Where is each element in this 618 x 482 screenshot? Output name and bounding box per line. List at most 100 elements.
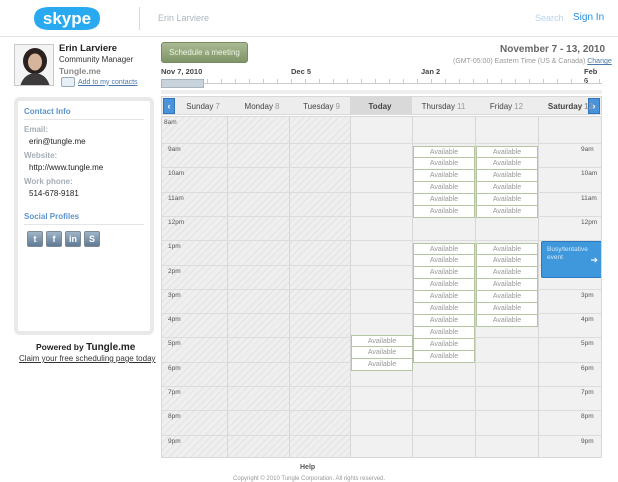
available-slot[interactable]: Available bbox=[476, 315, 538, 327]
sign-in-link[interactable]: Sign In bbox=[573, 12, 604, 23]
available-slot[interactable]: Available bbox=[413, 315, 475, 327]
available-slot[interactable]: Available bbox=[413, 194, 475, 206]
available-slot[interactable]: Available bbox=[476, 194, 538, 206]
contact-info-heading: Contact Info bbox=[24, 107, 144, 120]
claim-page-link[interactable]: Claim your free scheduling page today bbox=[19, 354, 156, 363]
available-slot[interactable]: Available bbox=[413, 339, 475, 351]
timeline-tick bbox=[403, 79, 404, 84]
available-slot[interactable]: Available bbox=[476, 182, 538, 194]
timeline-tick bbox=[529, 79, 530, 84]
timeline-tick bbox=[431, 79, 432, 84]
day-name: Saturday bbox=[547, 101, 583, 111]
time-label: 6pm bbox=[168, 365, 181, 372]
timeline-tick bbox=[487, 79, 488, 84]
time-label: 6pm bbox=[581, 365, 594, 372]
calendar-event[interactable]: Busy/tentative event ➔ bbox=[541, 241, 601, 278]
timeline-tick bbox=[557, 79, 558, 84]
day-header-friday: Friday 12 bbox=[475, 97, 538, 115]
timeline-tick bbox=[221, 79, 222, 84]
time-label: 8am bbox=[164, 119, 177, 126]
copyright: Copyright © 2010 Tungle Corporation. All… bbox=[233, 476, 386, 482]
available-slot[interactable]: Available bbox=[476, 279, 538, 291]
time-label: 7pm bbox=[581, 389, 594, 396]
available-slot[interactable]: Available bbox=[476, 158, 538, 170]
timeline-label: Dec 5 bbox=[291, 67, 312, 76]
available-slot[interactable]: Available bbox=[413, 170, 475, 182]
available-slot[interactable]: Available bbox=[351, 347, 413, 359]
available-slot[interactable]: Available bbox=[476, 206, 538, 218]
time-label: 9am bbox=[168, 146, 181, 153]
calendar-grid: 8am9am9am10am10am11am11am12pm12pm1pm1pm2… bbox=[161, 116, 602, 458]
change-timezone-link[interactable]: Change bbox=[587, 58, 612, 65]
available-slot[interactable]: Available bbox=[413, 351, 475, 363]
schedule-meeting-button[interactable]: Schedule a meeting bbox=[161, 42, 248, 63]
hour-line bbox=[162, 240, 601, 241]
owner-name: Erin Larviere bbox=[158, 13, 210, 23]
day-column[interactable] bbox=[289, 117, 350, 457]
day-header-saturday: Saturday 13 bbox=[538, 97, 603, 115]
day-column[interactable] bbox=[227, 117, 289, 457]
available-slot[interactable]: Available bbox=[413, 255, 475, 267]
phone-value: 514-678-9181 bbox=[29, 189, 79, 198]
timeline-tick bbox=[389, 79, 390, 84]
timeline-tick bbox=[277, 79, 278, 84]
email-value[interactable]: erin@tungle.me bbox=[29, 137, 144, 146]
available-slot[interactable]: Available bbox=[413, 291, 475, 303]
linkedin-icon[interactable]: in bbox=[65, 231, 81, 247]
available-slot[interactable]: Available bbox=[413, 158, 475, 170]
day-name: Monday bbox=[244, 101, 273, 111]
available-slot[interactable]: Available bbox=[413, 206, 475, 218]
day-column[interactable] bbox=[162, 117, 227, 457]
timeline-week-handle[interactable] bbox=[161, 79, 204, 88]
day-header-thursday: Thursday 11 bbox=[412, 97, 475, 115]
phone-label: Work phone: bbox=[24, 177, 73, 186]
timeline-tick bbox=[347, 79, 348, 84]
date-timeline[interactable]: Nov 7, 2010 Dec 5 Jan 2 Feb 6 bbox=[161, 67, 602, 95]
twitter-icon[interactable]: t bbox=[27, 231, 43, 247]
day-header-row: ‹ › Sunday 7 Monday 8 Tuesday 9 Today Thursday 1… bbox=[161, 96, 602, 115]
available-slot[interactable]: Available bbox=[351, 335, 413, 347]
prev-week-arrow-icon[interactable]: ‹ bbox=[163, 98, 175, 114]
help-link[interactable]: Help bbox=[300, 464, 315, 471]
available-slot[interactable]: Available bbox=[413, 327, 475, 339]
top-bar: skype Erin Larviere Search Sign In bbox=[0, 0, 618, 37]
available-slot[interactable]: Available bbox=[413, 243, 475, 255]
available-slot[interactable]: Available bbox=[413, 146, 475, 158]
available-slot[interactable]: Available bbox=[476, 303, 538, 315]
available-slot[interactable]: Available bbox=[476, 255, 538, 267]
available-slot[interactable]: Available bbox=[413, 182, 475, 194]
available-slot[interactable]: Available bbox=[413, 279, 475, 291]
available-slot[interactable]: Available bbox=[476, 291, 538, 303]
time-label: 9pm bbox=[581, 438, 594, 445]
timeline-label: Nov 7, 2010 bbox=[161, 67, 203, 76]
day-header-today: Today bbox=[350, 97, 412, 115]
available-slot[interactable]: Available bbox=[476, 267, 538, 279]
search-link[interactable]: Search bbox=[535, 13, 564, 23]
time-label: 5pm bbox=[168, 340, 181, 347]
day-column[interactable] bbox=[350, 117, 412, 457]
day-column[interactable] bbox=[538, 117, 601, 457]
profile-company[interactable]: Tungle.me bbox=[59, 66, 101, 76]
available-slot[interactable]: Available bbox=[351, 359, 413, 371]
timeline-scrollbar[interactable] bbox=[161, 90, 602, 94]
time-label: 12pm bbox=[168, 219, 185, 226]
available-slot[interactable]: Available bbox=[476, 243, 538, 255]
available-slot[interactable]: Available bbox=[476, 146, 538, 158]
timeline-tick bbox=[459, 79, 460, 84]
website-value[interactable]: http://www.tungle.me bbox=[29, 163, 144, 172]
time-label: 12pm bbox=[581, 219, 598, 226]
facebook-icon[interactable]: f bbox=[46, 231, 62, 247]
day-number: 7 bbox=[215, 101, 220, 111]
add-to-contacts-link[interactable]: Add to my contacts bbox=[61, 77, 138, 87]
column-divider bbox=[227, 117, 228, 457]
time-label: 8pm bbox=[168, 413, 181, 420]
time-label: 9am bbox=[581, 146, 594, 153]
timeline-tick bbox=[445, 79, 446, 84]
available-slot[interactable]: Available bbox=[476, 170, 538, 182]
skype-icon[interactable]: S bbox=[84, 231, 100, 247]
available-slot[interactable]: Available bbox=[413, 303, 475, 315]
timeline-tick bbox=[571, 79, 572, 84]
skype-logo[interactable]: skype bbox=[28, 3, 106, 33]
time-label: 3pm bbox=[581, 292, 594, 299]
available-slot[interactable]: Available bbox=[413, 267, 475, 279]
